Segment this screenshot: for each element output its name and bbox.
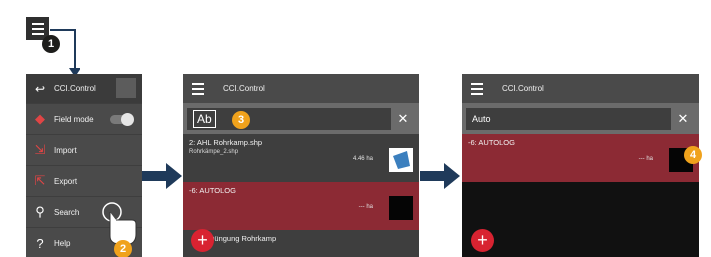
list-item-area: --- ha xyxy=(638,156,653,162)
menu-item-label: Help xyxy=(54,238,71,248)
step-4-badge: 4 xyxy=(684,146,702,164)
search-input[interactable]: Auto xyxy=(466,107,671,130)
menu-title: CCI.Control xyxy=(54,84,96,93)
menu-header: ↩ CCI.Control xyxy=(26,74,142,103)
list-item-name: Düngung Rohrkamp xyxy=(209,234,277,243)
screen-title: CCI.Control xyxy=(502,84,544,93)
help-icon: ? xyxy=(36,235,44,251)
screen-title: CCI.Control xyxy=(223,84,265,93)
list-item[interactable]: -6: AUTOLOG --- ha xyxy=(183,182,419,230)
field-mode-icon: ◆ xyxy=(35,111,45,126)
list-item-area: 4.46 ha xyxy=(352,156,373,162)
step-3-badge: 3 xyxy=(232,111,250,129)
list-item-name: -6: AUTOLOG xyxy=(468,138,515,147)
settings-icon[interactable] xyxy=(116,78,136,98)
export-icon: ⇱ xyxy=(34,173,46,188)
title-bar: CCI.Control xyxy=(462,74,699,103)
add-button[interactable]: + xyxy=(191,229,214,252)
menu-item-import[interactable]: ⇲ Import xyxy=(26,134,142,165)
menu-item-label: Field mode xyxy=(54,114,94,124)
search-input-value: Auto xyxy=(472,113,491,124)
close-search-button[interactable]: ✕ xyxy=(671,111,695,127)
field-shape-thumbnail xyxy=(389,196,413,220)
search-screen-typing: CCI.Control Ab ✕ 2: AHL Rohrkamp.shp Roh… xyxy=(183,74,419,257)
search-input[interactable]: Ab xyxy=(187,107,391,130)
close-search-button[interactable]: ✕ xyxy=(391,111,415,127)
field-mode-toggle[interactable] xyxy=(110,112,134,126)
search-icon: ⚲ xyxy=(35,204,45,219)
menu-item-label: Search xyxy=(54,207,80,217)
add-button[interactable]: + xyxy=(471,229,494,252)
list-item-file: Rohrkämpe_2.shp xyxy=(189,149,239,155)
search-input-value: Ab xyxy=(193,109,216,128)
list-item-area: --- ha xyxy=(358,204,373,210)
list-item[interactable]: 2: AHL Rohrkamp.shp Rohrkämpe_2.shp 4.46… xyxy=(183,134,419,182)
menu-item-export[interactable]: ⇱ Export xyxy=(26,165,142,196)
search-bar: Auto ✕ xyxy=(462,103,699,134)
list-item-name: -6: AUTOLOG xyxy=(189,186,236,195)
menu-item-label: Export xyxy=(54,176,78,186)
hamburger-icon[interactable] xyxy=(183,82,213,95)
search-screen-results: CCI.Control Auto ✕ -6: AUTOLOG --- ha + xyxy=(462,74,699,257)
flow-arrow xyxy=(142,163,182,189)
list-item[interactable]: Düngung Rohrkamp xyxy=(183,230,419,257)
list-item[interactable]: -6: AUTOLOG --- ha xyxy=(462,134,699,182)
step-1-badge: 1 xyxy=(42,35,60,53)
menu-item-label: Import xyxy=(54,145,77,155)
title-bar: CCI.Control xyxy=(183,74,419,103)
menu-item-field-mode[interactable]: ◆ Field mode xyxy=(26,103,142,134)
list-item-name: 2: AHL Rohrkamp.shp xyxy=(189,138,263,147)
flow-arrow xyxy=(420,163,460,189)
back-icon[interactable]: ↩ xyxy=(26,82,54,96)
field-shape-thumbnail xyxy=(389,148,413,172)
import-icon: ⇲ xyxy=(34,142,46,157)
search-bar: Ab ✕ xyxy=(183,103,419,134)
hamburger-icon[interactable] xyxy=(462,82,492,95)
step-2-badge: 2 xyxy=(114,240,132,257)
